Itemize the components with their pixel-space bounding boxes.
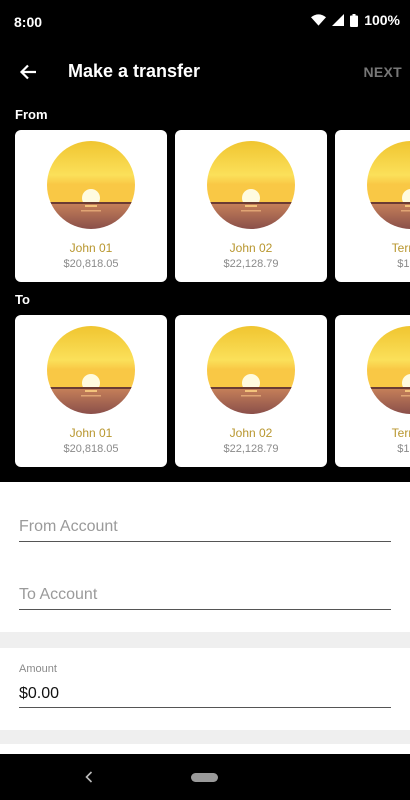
arrow-left-icon [19, 64, 36, 80]
status-bar: 8:00 100% [0, 0, 410, 44]
sunset-image [367, 141, 410, 229]
battery-percent: 100% [364, 12, 400, 28]
sunset-image [207, 141, 295, 229]
next-panel-edge [0, 744, 410, 754]
signal-icon [332, 14, 345, 26]
page-title: Make a transfer [68, 61, 201, 81]
account-name: Term D [391, 241, 410, 255]
app-bar: Make a transfer NEXT [0, 44, 410, 100]
account-name: Term D [391, 426, 410, 440]
sunset-image [47, 141, 135, 229]
status-icons: 100% [311, 12, 400, 28]
section-divider [0, 632, 410, 648]
wifi-icon [311, 14, 327, 26]
chevron-left-icon [85, 771, 93, 783]
account-form: From Account To Account [0, 482, 410, 632]
account-name: John 01 [69, 426, 113, 440]
account-balance: $22,128.79 [223, 443, 279, 455]
home-pill-icon[interactable] [191, 773, 218, 782]
account-balance: $22,128.79 [223, 258, 279, 270]
to-account-card[interactable]: John 02 $22,128.79 [175, 315, 327, 467]
account-name: John 02 [229, 241, 273, 255]
from-account-carousel[interactable]: John 01 $20,818.05 John 02 $22,128.79 Te… [15, 130, 410, 282]
amount-value: $0.00 [19, 685, 60, 702]
sunset-image [367, 326, 410, 414]
from-account-card[interactable]: John 01 $20,818.05 [15, 130, 167, 282]
account-balance: $20,818.05 [63, 443, 119, 455]
from-account-card[interactable]: Term D $15,0 [335, 130, 410, 282]
from-account-field[interactable]: From Account [19, 509, 391, 542]
status-time: 8:00 [14, 14, 43, 30]
to-account-carousel[interactable]: John 01 $20,818.05 John 02 $22,128.79 Te… [15, 315, 410, 467]
account-balance: $20,818.05 [63, 258, 119, 270]
amount-section: Amount $0.00 [0, 648, 410, 730]
from-account-placeholder: From Account [19, 518, 118, 535]
to-account-card[interactable]: John 01 $20,818.05 [15, 315, 167, 467]
system-nav-bar [0, 754, 410, 800]
from-label: From [15, 107, 48, 122]
amount-label: Amount [19, 663, 57, 675]
back-button[interactable] [14, 58, 42, 86]
to-label: To [15, 292, 30, 307]
account-balance: $15,0 [397, 443, 410, 455]
nav-back-button[interactable] [82, 768, 96, 786]
sunset-image [47, 326, 135, 414]
section-divider [0, 730, 410, 754]
to-account-placeholder: To Account [19, 586, 98, 603]
account-name: John 01 [69, 241, 113, 255]
account-balance: $15,0 [397, 258, 410, 270]
from-account-card[interactable]: John 02 $22,128.79 [175, 130, 327, 282]
account-name: John 02 [229, 426, 273, 440]
next-button[interactable]: NEXT [363, 64, 402, 80]
to-account-card[interactable]: Term D $15,0 [335, 315, 410, 467]
sunset-image [207, 326, 295, 414]
to-account-field[interactable]: To Account [19, 577, 391, 610]
amount-input[interactable]: $0.00 [19, 682, 391, 708]
battery-icon [350, 13, 359, 27]
